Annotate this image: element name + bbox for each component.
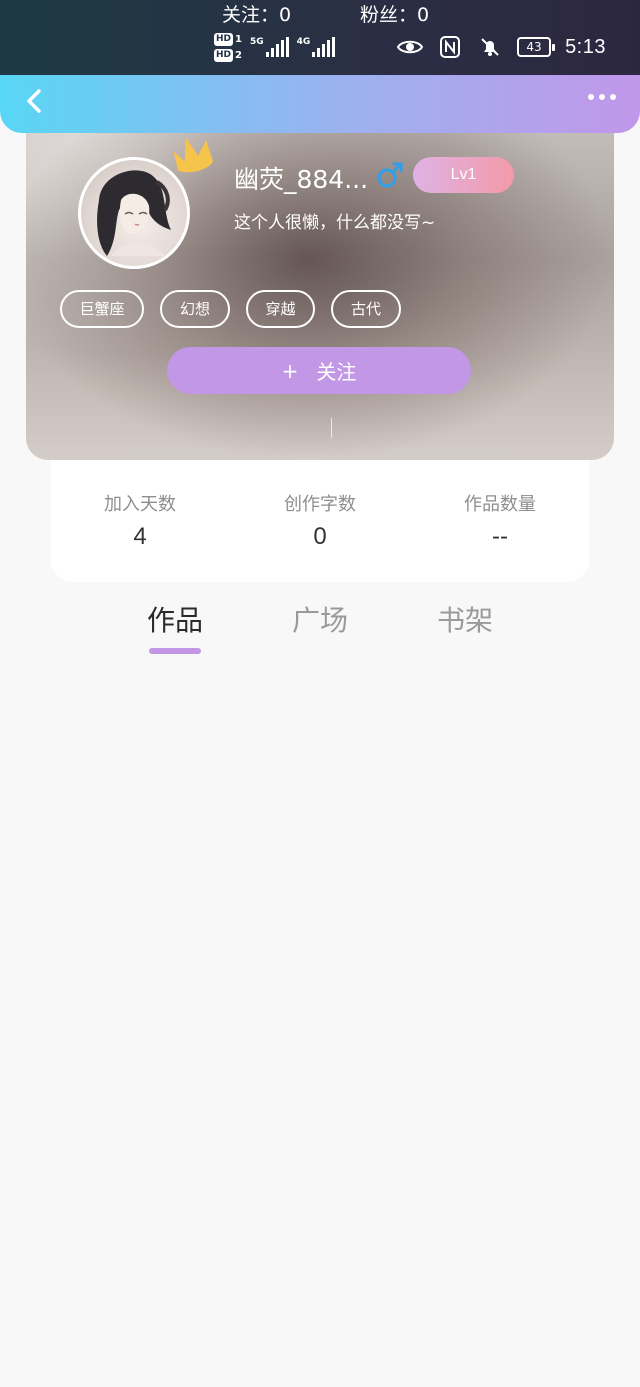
- stats-card: 加入天数 4 创作字数 0 作品数量 --: [51, 460, 589, 582]
- hd-label: HD: [214, 32, 234, 46]
- follow-button-label: 关注: [316, 360, 357, 384]
- battery-indicator: 43: [517, 37, 556, 57]
- username: 幽荧_884...: [234, 165, 369, 194]
- stat-label: 加入天数: [104, 494, 176, 515]
- profile-card: [26, 96, 614, 460]
- sim-slot-label: 1: [235, 33, 242, 45]
- signal-bars-icon: [312, 37, 336, 57]
- profile-tag: 幻想: [160, 290, 230, 328]
- stat-value: 0: [313, 523, 327, 550]
- more-dots-icon: [610, 94, 616, 100]
- profile-tag: 古代: [331, 290, 401, 328]
- follow-button[interactable]: + 关注: [167, 347, 471, 394]
- sim-slot-label: 2: [235, 49, 242, 61]
- back-button[interactable]: [18, 81, 50, 121]
- more-dots-icon: [599, 94, 605, 100]
- tab-works[interactable]: 作品: [125, 599, 225, 643]
- profile-tag: 穿越: [246, 290, 315, 328]
- crown-icon: [168, 130, 222, 180]
- profile-bio: 这个人很懒，什么都没写~: [234, 213, 436, 233]
- mute-bell-icon: [477, 34, 503, 60]
- hd-indicators: HD 1 HD 2: [214, 32, 242, 62]
- hd-label: HD: [214, 48, 234, 62]
- tab-bookshelf[interactable]: 书架: [415, 599, 515, 643]
- followers-count[interactable]: 粉丝：0: [360, 0, 429, 34]
- hd-indicator-sim1: HD 1: [214, 32, 242, 46]
- status-bar: HD 1 HD 2 5G 4G 43 5:13: [0, 0, 640, 75]
- nfc-icon: [437, 34, 463, 60]
- stat-label: 创作字数: [284, 494, 356, 515]
- plus-icon: +: [281, 358, 299, 383]
- stat-join-days: 加入天数 4: [70, 491, 210, 554]
- stat-value: --: [492, 523, 508, 550]
- tab-square[interactable]: 广场: [270, 599, 370, 643]
- more-options-button[interactable]: [582, 83, 622, 111]
- status-clock: 5:13: [565, 35, 606, 58]
- network-type-label: 5G: [249, 37, 264, 47]
- status-icons: 43 5:13: [397, 34, 606, 60]
- hd-indicator-sim2: HD 2: [214, 48, 242, 62]
- stat-word-count: 创作字数 0: [250, 491, 390, 554]
- following-count[interactable]: 关注：0: [222, 0, 291, 34]
- level-badge: Lv1: [413, 157, 514, 193]
- network-type-label: 4G: [296, 37, 311, 47]
- male-icon: [376, 161, 404, 189]
- signal-4g: 4G: [297, 37, 336, 57]
- tab-active-indicator: [149, 648, 201, 654]
- stat-label: 作品数量: [464, 494, 536, 515]
- top-nav-bar: [0, 75, 640, 133]
- eye-icon: [397, 34, 424, 60]
- signal-5g: 5G: [250, 37, 289, 57]
- stat-value: 4: [133, 523, 147, 550]
- signal-bars-icon: [265, 37, 289, 57]
- count-divider: [331, 418, 332, 438]
- chevron-left-icon: [27, 89, 41, 113]
- more-dots-icon: [588, 94, 594, 100]
- profile-tag: 巨蟹座: [60, 290, 144, 328]
- stat-works-count: 作品数量 --: [430, 491, 570, 554]
